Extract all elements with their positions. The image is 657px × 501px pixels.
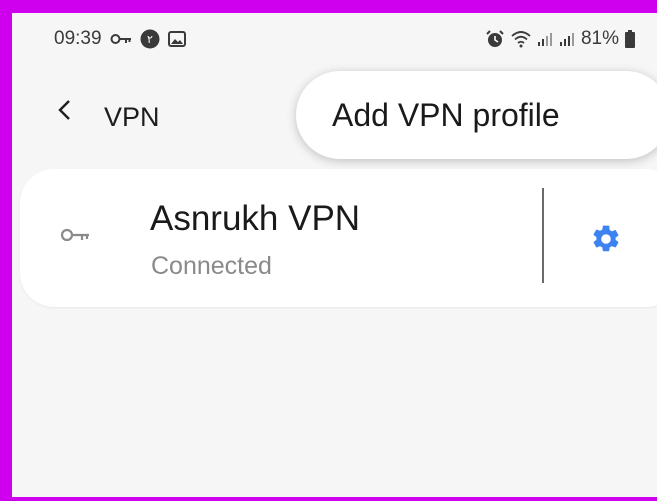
signal-icon — [537, 31, 553, 47]
gear-icon — [593, 225, 619, 252]
vpn-settings-button[interactable] — [588, 221, 624, 257]
wifi-icon — [511, 30, 531, 48]
android-screen: 09:39 ٢ 81% VPN Add VPN profile Asnrukh … — [12, 13, 657, 497]
alarm-icon — [485, 29, 505, 49]
chevron-left-icon — [58, 100, 70, 120]
vpn-list-item[interactable]: Asnrukh VPN Connected — [20, 169, 657, 307]
vpn-name: Asnrukh VPN — [150, 199, 361, 238]
divider — [542, 188, 544, 283]
back-button[interactable] — [52, 95, 76, 125]
vpn-status: Connected — [151, 252, 272, 280]
page-title: VPN — [104, 102, 160, 132]
add-vpn-profile-label: Add VPN profile — [332, 96, 560, 133]
add-vpn-profile-menu-item[interactable]: Add VPN profile — [296, 71, 657, 159]
notification-badge-icon: ٢ — [140, 29, 160, 49]
status-bar-left: 09:39 ٢ — [54, 28, 186, 50]
battery-percent: 81% — [580, 28, 619, 49]
status-time: 09:39 — [54, 28, 102, 49]
key-icon — [110, 32, 132, 46]
signal-icon — [559, 31, 575, 47]
battery-icon — [625, 30, 635, 48]
key-icon — [60, 225, 90, 245]
image-icon — [167, 31, 186, 47]
status-bar-right: 81% — [485, 28, 635, 50]
svg-text:٢: ٢ — [147, 33, 153, 46]
status-bar: 09:39 ٢ 81% — [12, 13, 657, 61]
